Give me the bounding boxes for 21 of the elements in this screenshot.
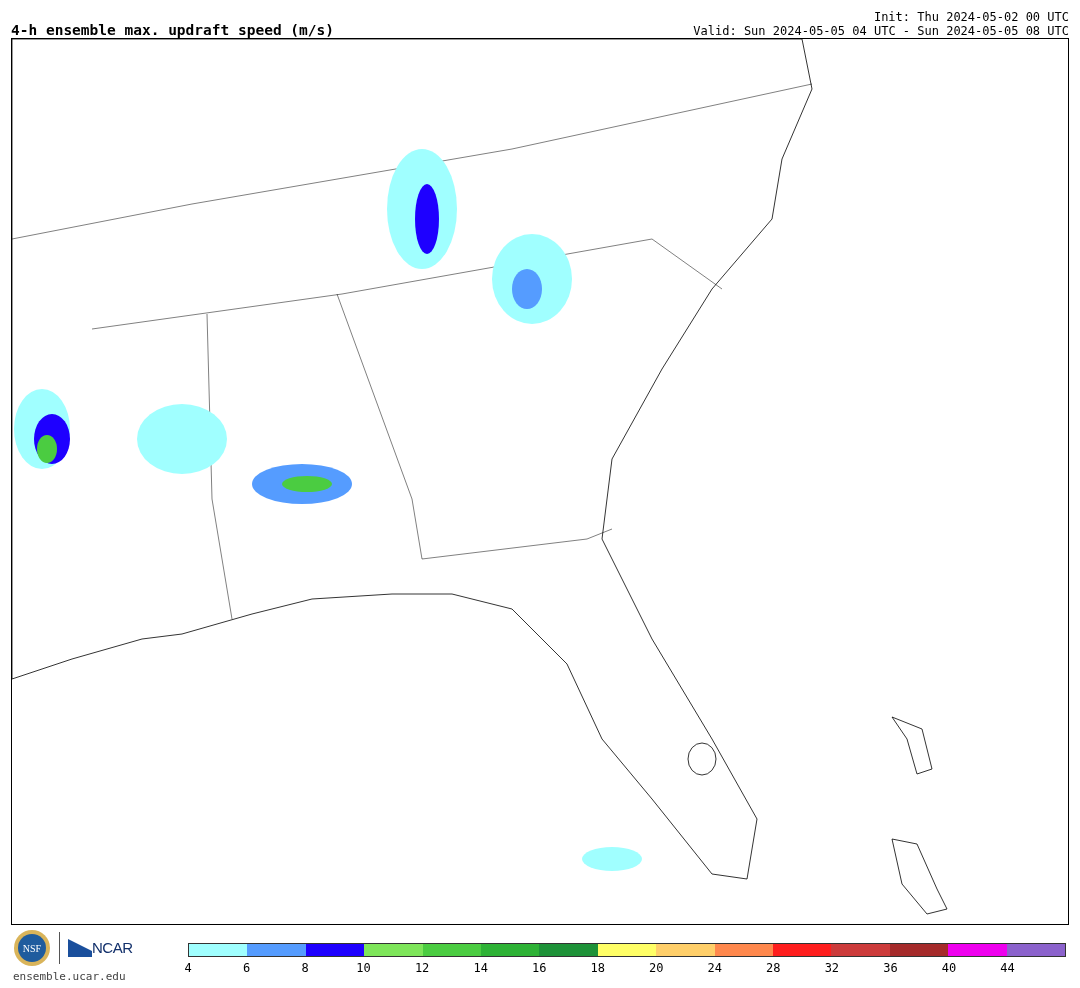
- tick-label: 20: [649, 960, 664, 977]
- tick-label: 40: [941, 960, 957, 977]
- tick-label: 4: [184, 960, 192, 977]
- valid-time: Valid: Sun 2024-05-05 04 UTC - Sun 2024-05-05 08 UTC: [693, 24, 1069, 38]
- tick-label: 10: [356, 960, 371, 977]
- tick-label: 28: [766, 960, 781, 977]
- tick-label: 8: [301, 960, 309, 977]
- nsf-logo: NSF: [13, 929, 51, 967]
- ncar-logo: NCAR: [68, 936, 133, 960]
- tick-label: 32: [824, 960, 840, 977]
- tick-label: 18: [590, 960, 605, 977]
- tick-label: 24: [707, 960, 722, 977]
- tick-label: 44: [1000, 960, 1015, 977]
- tick-label: 36: [883, 960, 898, 977]
- tick-label: 6: [242, 960, 251, 977]
- tick-label: 14: [473, 960, 488, 977]
- site-url: ensemble.ucar.edu: [13, 969, 127, 985]
- chart-title: 4-h ensemble max. updraft speed (m/s): [11, 22, 334, 38]
- tick-label: 16: [531, 960, 547, 977]
- tick-label: 12: [414, 960, 430, 977]
- init-time: Init: Thu 2024-05-02 00 UTC: [873, 10, 1069, 24]
